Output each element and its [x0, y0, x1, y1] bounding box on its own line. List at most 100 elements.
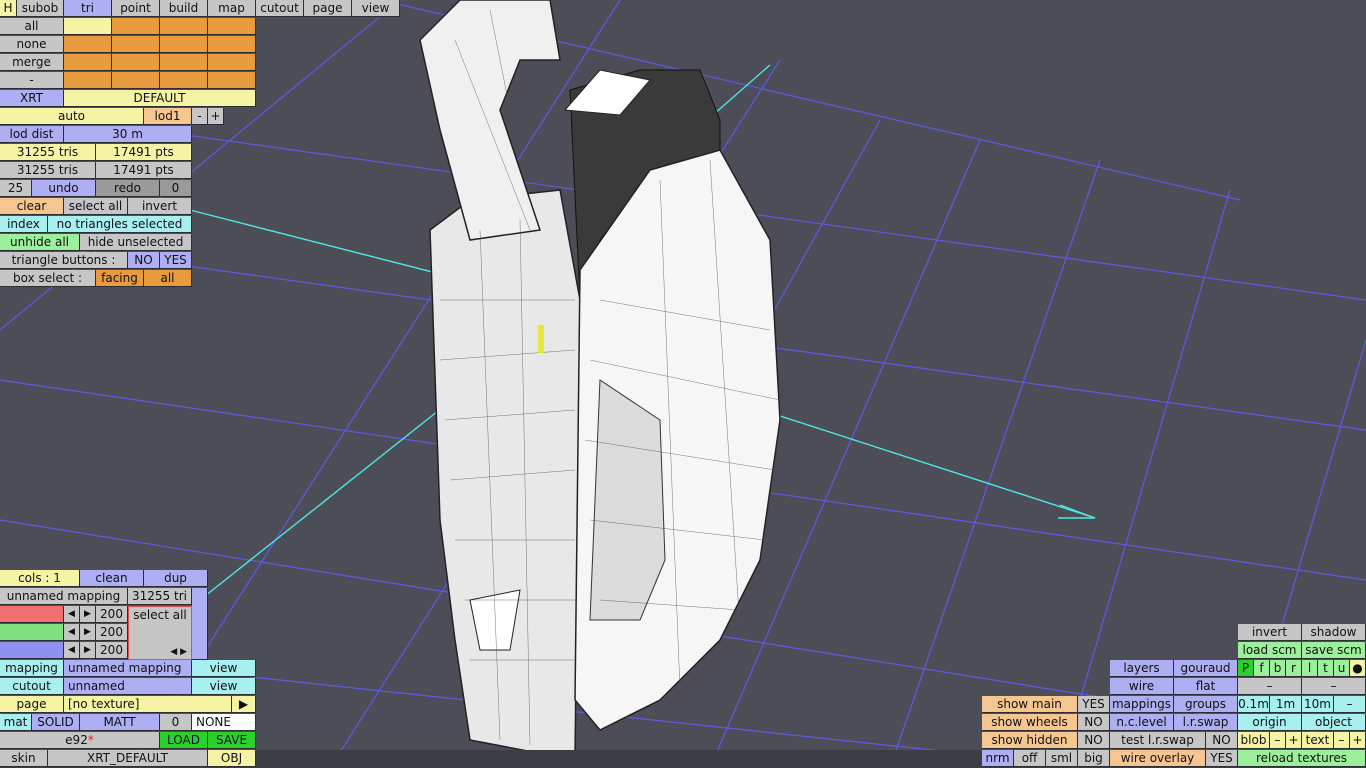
color-select-all-button[interactable]: select all [129, 607, 191, 623]
redo-button[interactable]: redo [96, 180, 160, 197]
select-all-groups-button[interactable]: all [0, 18, 64, 35]
model-name[interactable]: e92* [0, 732, 160, 749]
test-lr-swap-label[interactable]: test l.r.swap [1110, 732, 1206, 749]
remove-group-button[interactable]: - [0, 72, 64, 89]
group-slot[interactable] [64, 18, 112, 35]
normals-sml-button[interactable]: sml [1046, 750, 1078, 767]
blob-minus-button[interactable]: – [1270, 732, 1286, 749]
tab-build[interactable]: build [160, 0, 208, 17]
red-decrease-button[interactable]: ◀ [64, 606, 80, 623]
load-button[interactable]: LOAD [160, 732, 208, 749]
show-wheels-label[interactable]: show wheels [982, 714, 1078, 731]
mapping-side-bar[interactable] [192, 588, 208, 660]
page-value[interactable]: [no texture] [64, 696, 232, 713]
dup-button[interactable]: dup [144, 570, 208, 587]
nc-level-button[interactable]: n.c.level [1110, 714, 1174, 731]
page-play-button[interactable]: ▶ [232, 696, 256, 713]
group-slot[interactable] [208, 36, 256, 53]
index-button[interactable]: index [0, 216, 48, 233]
normals-nrm-button[interactable]: nrm [982, 750, 1014, 767]
text-plus-button[interactable]: + [1350, 732, 1366, 749]
show-wheels-value[interactable]: NO [1078, 714, 1110, 731]
tab-subob[interactable]: subob [17, 0, 64, 17]
flat-button[interactable]: flat [1174, 678, 1238, 695]
group-slot[interactable] [160, 18, 208, 35]
show-main-label[interactable]: show main [982, 696, 1078, 713]
group-slot[interactable] [208, 54, 256, 71]
text-minus-button[interactable]: – [1334, 732, 1350, 749]
color-preview-box[interactable]: select all ◀ ▶ [128, 606, 192, 660]
triangle-buttons-no[interactable]: NO [128, 252, 160, 269]
tab-map[interactable]: map [208, 0, 256, 17]
view-r-button[interactable]: r [1286, 660, 1302, 677]
green-decrease-button[interactable]: ◀ [64, 624, 80, 641]
blue-increase-button[interactable]: ▶ [80, 642, 96, 659]
lod-plus-button[interactable]: + [208, 108, 224, 125]
view-dash-button-2[interactable]: – [1302, 678, 1366, 695]
show-hidden-value[interactable]: NO [1078, 732, 1110, 749]
xrt-button[interactable]: XRT [0, 90, 64, 107]
clean-button[interactable]: clean [80, 570, 144, 587]
tab-view[interactable]: view [352, 0, 400, 17]
groups-button[interactable]: groups [1174, 696, 1238, 713]
invert-selection-button[interactable]: invert [128, 198, 192, 215]
view-u-button[interactable]: u [1334, 660, 1350, 677]
select-all-button[interactable]: select all [64, 198, 128, 215]
red-increase-button[interactable]: ▶ [80, 606, 96, 623]
select-none-groups-button[interactable]: none [0, 36, 64, 53]
hide-unselected-button[interactable]: hide unselected [80, 234, 192, 251]
group-slot[interactable] [160, 54, 208, 71]
layers-button[interactable]: layers [1110, 660, 1174, 677]
mappings-button[interactable]: mappings [1110, 696, 1174, 713]
lod-dist-value[interactable]: 30 m [64, 126, 192, 143]
merge-groups-button[interactable]: merge [0, 54, 64, 71]
gouraud-button[interactable]: gouraud [1174, 660, 1238, 677]
h-toggle-button[interactable]: H [0, 0, 17, 17]
wire-overlay-label[interactable]: wire overlay [1110, 750, 1206, 767]
cutout-view-button[interactable]: view [192, 678, 256, 695]
default-profile-button[interactable]: DEFAULT [64, 90, 256, 107]
show-hidden-label[interactable]: show hidden [982, 732, 1078, 749]
green-increase-button[interactable]: ▶ [80, 624, 96, 641]
blob-plus-button[interactable]: + [1286, 732, 1302, 749]
tab-page[interactable]: page [304, 0, 352, 17]
reload-textures-button[interactable]: reload textures [1238, 750, 1366, 767]
group-slot[interactable] [64, 72, 112, 89]
cutout-value[interactable]: unnamed [64, 678, 192, 695]
green-slider[interactable] [0, 624, 64, 641]
unhide-all-button[interactable]: unhide all [0, 234, 80, 251]
group-slot[interactable] [208, 72, 256, 89]
normals-off-button[interactable]: off [1014, 750, 1046, 767]
obj-button[interactable]: OBJ [208, 750, 256, 767]
mapping-name[interactable]: unnamed mapping [0, 588, 128, 605]
view-dash-button-1[interactable]: – [1238, 678, 1302, 695]
scale-01m-button[interactable]: 0.1m [1238, 696, 1270, 713]
mat-solid-button[interactable]: SOLID [32, 714, 80, 731]
group-slot[interactable] [64, 54, 112, 71]
group-slot[interactable] [208, 18, 256, 35]
group-slot[interactable] [64, 36, 112, 53]
red-slider[interactable] [0, 606, 64, 623]
load-scm-button[interactable]: load scm [1238, 642, 1302, 659]
scale-minus-button[interactable]: – [1334, 696, 1366, 713]
mat-none-value[interactable]: NONE [192, 714, 256, 731]
lod1-button[interactable]: lod1 [144, 108, 192, 125]
scale-1m-button[interactable]: 1m [1270, 696, 1302, 713]
wire-overlay-value[interactable]: YES [1206, 750, 1238, 767]
box-select-facing[interactable]: facing [96, 270, 144, 287]
cols-button[interactable]: cols : 1 [0, 570, 80, 587]
mat-index-value[interactable]: 0 [160, 714, 192, 731]
auto-lod-button[interactable]: auto [0, 108, 144, 125]
save-scm-button[interactable]: save scm [1302, 642, 1366, 659]
group-slot[interactable] [112, 18, 160, 35]
mapping-view-button[interactable]: view [192, 660, 256, 677]
group-slot[interactable] [112, 36, 160, 53]
tab-cutout[interactable]: cutout [256, 0, 304, 17]
test-lr-swap-value[interactable]: NO [1206, 732, 1238, 749]
undo-button[interactable]: undo [32, 180, 96, 197]
color-nav-arrows[interactable]: ◀ ▶ [170, 647, 187, 657]
mat-matt-button[interactable]: MATT [80, 714, 160, 731]
box-select-all[interactable]: all [144, 270, 192, 287]
view-b-button[interactable]: b [1270, 660, 1286, 677]
save-button[interactable]: SAVE [208, 732, 256, 749]
